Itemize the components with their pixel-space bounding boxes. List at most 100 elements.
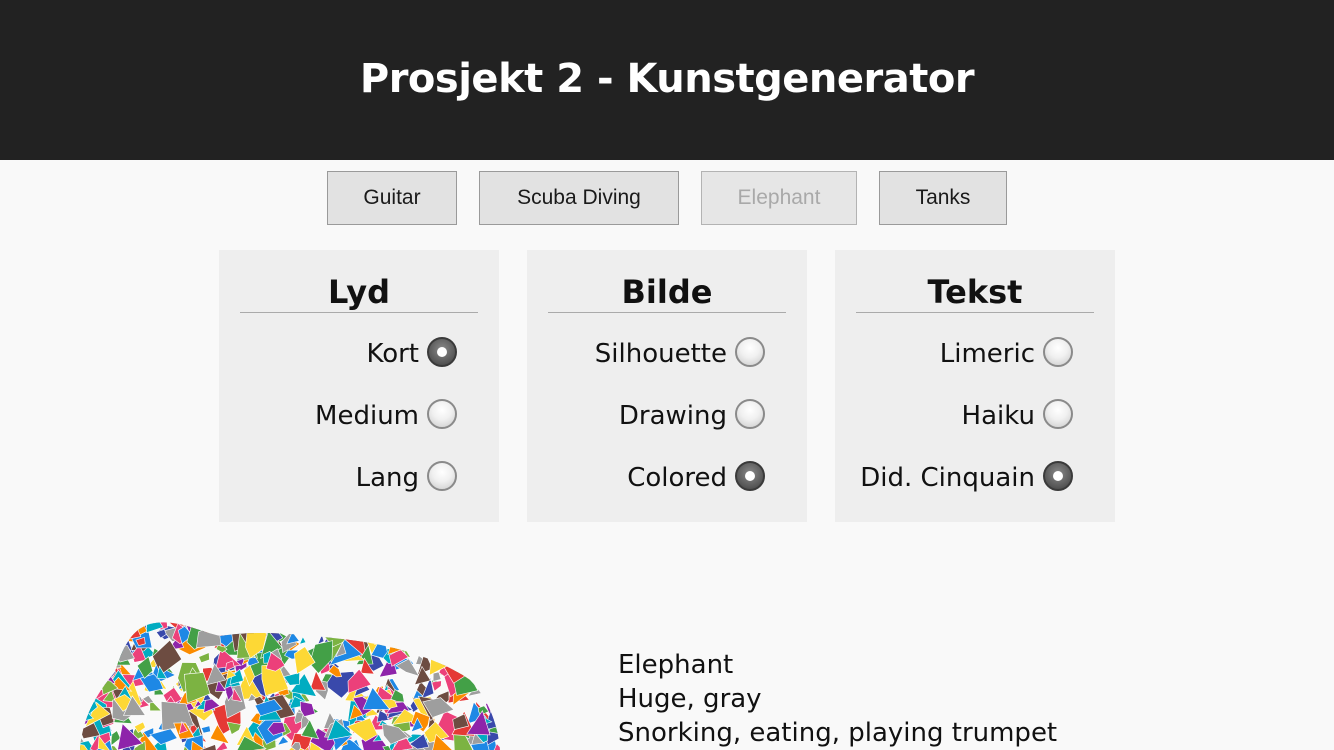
mosaic-shard <box>415 622 444 645</box>
mosaic-shard <box>367 622 396 646</box>
category-button-guitar[interactable]: Guitar <box>327 171 457 225</box>
mosaic-shard <box>196 622 222 635</box>
mosaic-shard <box>474 647 488 667</box>
image-radio-colored[interactable] <box>735 461 765 491</box>
mosaic-shard <box>200 725 211 734</box>
mosaic-shard <box>306 622 322 633</box>
mosaic-shard <box>406 622 418 628</box>
sound-panel: Lyd Kort Medium Lang <box>219 250 499 522</box>
mosaic-shard <box>416 622 432 644</box>
mosaic-shard <box>82 623 92 632</box>
mosaic-shard <box>80 641 93 663</box>
mosaic-shard <box>149 728 178 745</box>
mosaic-shard <box>153 614 161 622</box>
text-option-cinquain[interactable]: Did. Cinquain <box>835 458 1115 498</box>
mosaic-shard <box>303 608 316 621</box>
sound-option-medium[interactable]: Medium <box>219 396 499 436</box>
mosaic-shard <box>392 622 414 630</box>
sound-radio-kort[interactable] <box>427 337 457 367</box>
mosaic-shard <box>489 679 500 692</box>
mosaic-shard <box>66 672 76 690</box>
text-option-haiku[interactable]: Haiku <box>835 396 1115 436</box>
mosaic-shard <box>80 629 94 666</box>
mosaic-shard <box>489 664 500 691</box>
mosaic-shard <box>80 667 84 686</box>
mosaic-shard <box>99 646 122 670</box>
mosaic-shard <box>470 633 484 646</box>
mosaic-shard <box>80 670 87 697</box>
image-radio-silhouette[interactable] <box>735 337 765 367</box>
mosaic-shard <box>494 713 500 728</box>
mosaic-shard <box>80 694 86 719</box>
text-option-label: Did. Cinquain <box>860 463 1035 493</box>
mosaic-shard <box>477 632 488 641</box>
mosaic-shard <box>437 626 450 642</box>
mosaic-shard <box>139 622 147 628</box>
mosaic-shard <box>437 650 447 658</box>
sound-option-kort[interactable]: Kort <box>219 334 499 374</box>
text-option-label: Haiku <box>961 401 1035 431</box>
mosaic-shard <box>83 670 104 689</box>
mosaic-shard <box>109 647 119 660</box>
mosaic-shard <box>91 645 110 663</box>
mosaic-shard <box>424 622 444 639</box>
mosaic-shard <box>406 630 418 644</box>
poem-line: Huge, gray <box>618 684 762 714</box>
sound-option-label: Medium <box>315 401 419 431</box>
mosaic-shard <box>80 713 85 737</box>
mosaic-shard <box>98 622 127 636</box>
mosaic-shard <box>466 610 483 622</box>
mosaic-shard <box>464 632 478 645</box>
image-option-drawing[interactable]: Drawing <box>527 396 807 436</box>
mosaic-shard <box>238 622 249 629</box>
image-option-colored[interactable]: Colored <box>527 458 807 498</box>
mosaic-shard <box>473 622 483 630</box>
mosaic-shard <box>490 622 500 633</box>
image-radio-drawing[interactable] <box>735 399 765 429</box>
mosaic-shard <box>431 643 441 654</box>
mosaic-shard <box>489 685 500 699</box>
mosaic-shard <box>63 701 79 715</box>
category-button-tanks[interactable]: Tanks <box>879 171 1007 225</box>
mosaic-shard <box>454 622 482 647</box>
mosaic-shard <box>250 622 269 632</box>
mosaic-shard <box>68 709 79 723</box>
mosaic-shard <box>124 622 136 624</box>
text-radio-haiku[interactable] <box>1043 399 1073 429</box>
mosaic-shard <box>329 622 353 637</box>
mosaic-shard <box>106 622 127 636</box>
text-panel-title: Tekst <box>856 270 1094 313</box>
mosaic-shard <box>80 644 101 665</box>
mosaic-shard <box>298 636 307 645</box>
image-panel-title: Bilde <box>548 270 786 313</box>
text-option-limeric[interactable]: Limeric <box>835 334 1115 374</box>
mosaic-shard <box>352 622 371 625</box>
mosaic-shard <box>375 622 391 634</box>
sound-panel-title: Lyd <box>240 270 478 313</box>
mosaic-shard <box>241 622 263 629</box>
mosaic-shard <box>306 622 329 631</box>
text-radio-limeric[interactable] <box>1043 337 1073 367</box>
image-option-silhouette[interactable]: Silhouette <box>527 334 807 374</box>
mosaic-shard <box>481 622 500 634</box>
text-option-label: Limeric <box>939 339 1035 369</box>
mosaic-shard <box>492 622 500 655</box>
page: Prosjekt 2 - Kunstgenerator Guitar Scuba… <box>0 0 1334 750</box>
mosaic-shard <box>198 652 210 664</box>
image-option-label: Colored <box>627 463 727 493</box>
mosaic-shard <box>345 622 360 631</box>
sound-radio-medium[interactable] <box>427 399 457 429</box>
mosaic-shard <box>435 622 463 645</box>
mosaic-shard <box>451 633 459 644</box>
mosaic-shard <box>392 627 412 643</box>
mosaic-shard <box>480 622 497 626</box>
mosaic-shard <box>299 611 310 621</box>
mosaic-shard <box>474 637 492 655</box>
mosaic-shard <box>428 622 464 630</box>
sound-option-lang[interactable]: Lang <box>219 458 499 498</box>
sound-radio-lang[interactable] <box>427 461 457 491</box>
text-radio-cinquain[interactable] <box>1043 461 1073 491</box>
mosaic-shard <box>483 640 500 664</box>
mosaic-shard <box>346 622 373 640</box>
category-button-scuba-diving[interactable]: Scuba Diving <box>479 171 679 225</box>
